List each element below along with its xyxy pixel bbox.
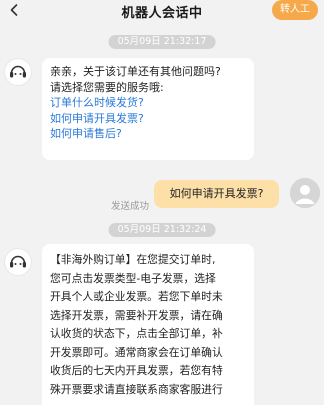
header-bar: 机器人会话中 转人工 [0, 0, 324, 24]
bot-message-line: 收货后的七天内开具发票，若您有特 [50, 364, 223, 377]
person-icon [290, 178, 320, 208]
bot-message-line: 殊开票要求请直接联系商家客服进行 [50, 382, 223, 396]
bot-message-line: 认收货的状态下，点击全部订单，补 [50, 327, 223, 340]
bot-message-line: 开具个人或企业发票。若您下单时未 [50, 290, 223, 303]
bot-message-1: 亲亲，关于该订单还有其他问题吗? 请选择您需要的服务哦: 订单什么时候发货? 如… [42, 58, 254, 160]
bot-message-line: 开发票即可。通常商家会在订单确认 [50, 345, 223, 359]
user-avatar [290, 178, 320, 208]
bot-avatar [4, 58, 32, 86]
transfer-to-human-button[interactable]: 转人工 [272, 0, 318, 20]
option-after-sales-link[interactable]: 如何申请售后? [50, 126, 246, 142]
bot-message-line: 您可点击发票类型-电子发票，选择 [50, 271, 216, 285]
headset-icon [4, 248, 32, 276]
send-status: 发送成功 [111, 201, 150, 212]
bot-message-text: 亲亲，关于该订单还有其他问题吗? [50, 65, 221, 78]
option-invoice-link[interactable]: 如何申请开具发票? [50, 111, 246, 127]
headset-icon [4, 58, 32, 86]
timestamp-2: 05月09日 21:32:24 [108, 223, 216, 237]
bot-message-line: 【非海外购订单】在您提交订单时, [50, 253, 216, 266]
user-message-1: 如何申请开具发票? [154, 180, 279, 208]
bot-message-text: 请选择您需要的服务哦: [50, 80, 164, 94]
timestamp-1: 05月09日 21:32:17 [108, 35, 216, 49]
bot-message-2: 【非海外购订单】在您提交订单时, 您可点击发票类型-电子发票，选择 开具个人或企… [42, 244, 254, 405]
option-shipping-time-link[interactable]: 订单什么时候发货? [50, 95, 246, 111]
bot-message-line: 选择开发票，需要补开发票，请在确 [50, 308, 223, 322]
bot-avatar [4, 248, 32, 276]
